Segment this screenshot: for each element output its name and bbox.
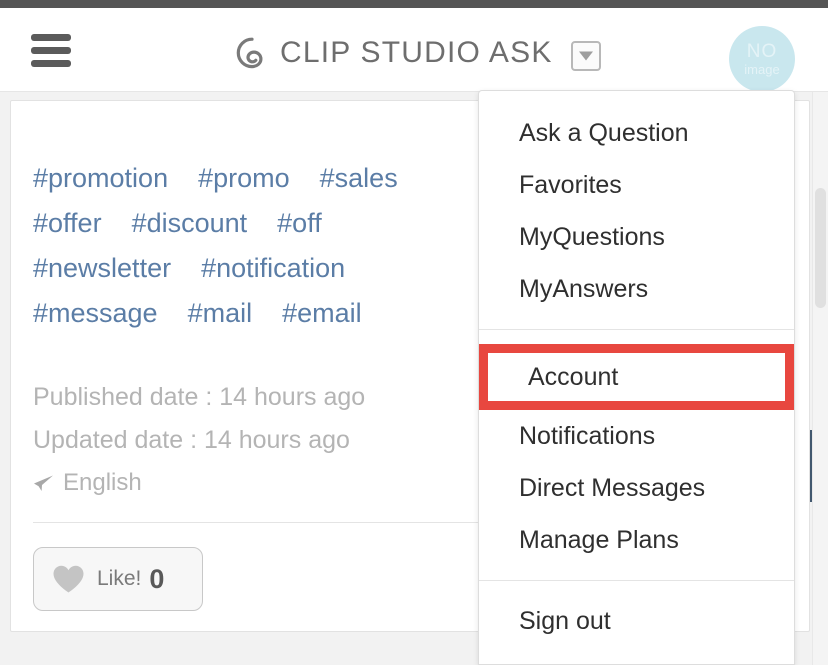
- header-dropdown-button[interactable]: [571, 41, 601, 71]
- paper-plane-icon: [34, 475, 53, 491]
- brand-home-link[interactable]: CLIP STUDIO ASK: [236, 34, 553, 72]
- app-title: CLIP STUDIO ASK: [280, 36, 553, 69]
- tag-link[interactable]: #off: [277, 208, 322, 239]
- menu-item-notifications[interactable]: Notifications: [479, 410, 794, 462]
- avatar-line1: NO: [746, 41, 778, 62]
- tag-link[interactable]: #sales: [320, 163, 398, 194]
- heart-icon: [53, 565, 84, 593]
- tag-link[interactable]: #newsletter: [33, 253, 171, 284]
- menu-item-favorites[interactable]: Favorites: [479, 159, 794, 211]
- avatar-line2: image: [744, 62, 780, 77]
- menu-item-direct-messages[interactable]: Direct Messages: [479, 462, 794, 514]
- app-root: CLIP STUDIO ASK NO image #promotion #prom…: [0, 0, 828, 665]
- tag-link[interactable]: #offer: [33, 208, 102, 239]
- tag-link[interactable]: #mail: [188, 298, 253, 329]
- tag-link[interactable]: #discount: [132, 208, 248, 239]
- hamburger-bar: [31, 60, 71, 67]
- menu-item-account-highlight: Account: [479, 344, 794, 410]
- menu-item-myanswers[interactable]: MyAnswers: [479, 263, 794, 315]
- user-avatar[interactable]: NO image: [729, 26, 795, 92]
- menu-separator: [479, 580, 794, 581]
- published-date: Published date : 14 hours ago: [33, 383, 366, 411]
- app-header: CLIP STUDIO ASK NO image: [0, 8, 828, 92]
- clip-studio-spiral-logo-icon: [236, 37, 263, 69]
- language-label: English: [63, 469, 142, 496]
- tag-link[interactable]: #message: [33, 298, 158, 329]
- hamburger-menu-icon[interactable]: [31, 34, 71, 67]
- top-status-strip: [0, 0, 828, 8]
- menu-item-sign-out[interactable]: Sign out: [479, 595, 794, 647]
- menu-item-ask-a-question[interactable]: Ask a Question: [479, 107, 794, 159]
- like-button[interactable]: Like! 0: [33, 547, 203, 611]
- hamburger-bar: [31, 34, 71, 41]
- tag-link[interactable]: #promo: [198, 163, 290, 194]
- tag-link[interactable]: #email: [282, 298, 362, 329]
- language-row: English: [33, 469, 365, 497]
- menu-item-myquestions[interactable]: MyQuestions: [479, 211, 794, 263]
- page-scrollbar-track[interactable]: [812, 92, 828, 665]
- menu-separator: [479, 329, 794, 330]
- post-metadata: Published date : 14 hours ago Updated da…: [33, 383, 365, 497]
- menu-item-manage-plans[interactable]: Manage Plans: [479, 514, 794, 566]
- updated-date: Updated date : 14 hours ago: [33, 426, 350, 454]
- page-scrollbar-thumb[interactable]: [815, 188, 826, 308]
- tag-link[interactable]: #notification: [201, 253, 345, 284]
- account-dropdown-menu: Ask a Question Favorites MyQuestions MyAnsw…: [478, 90, 795, 665]
- like-count: 0: [149, 563, 165, 594]
- menu-item-account[interactable]: Account: [488, 353, 785, 401]
- tag-link[interactable]: #promotion: [33, 163, 168, 194]
- like-label: Like!: [97, 567, 142, 590]
- hamburger-bar: [31, 47, 71, 54]
